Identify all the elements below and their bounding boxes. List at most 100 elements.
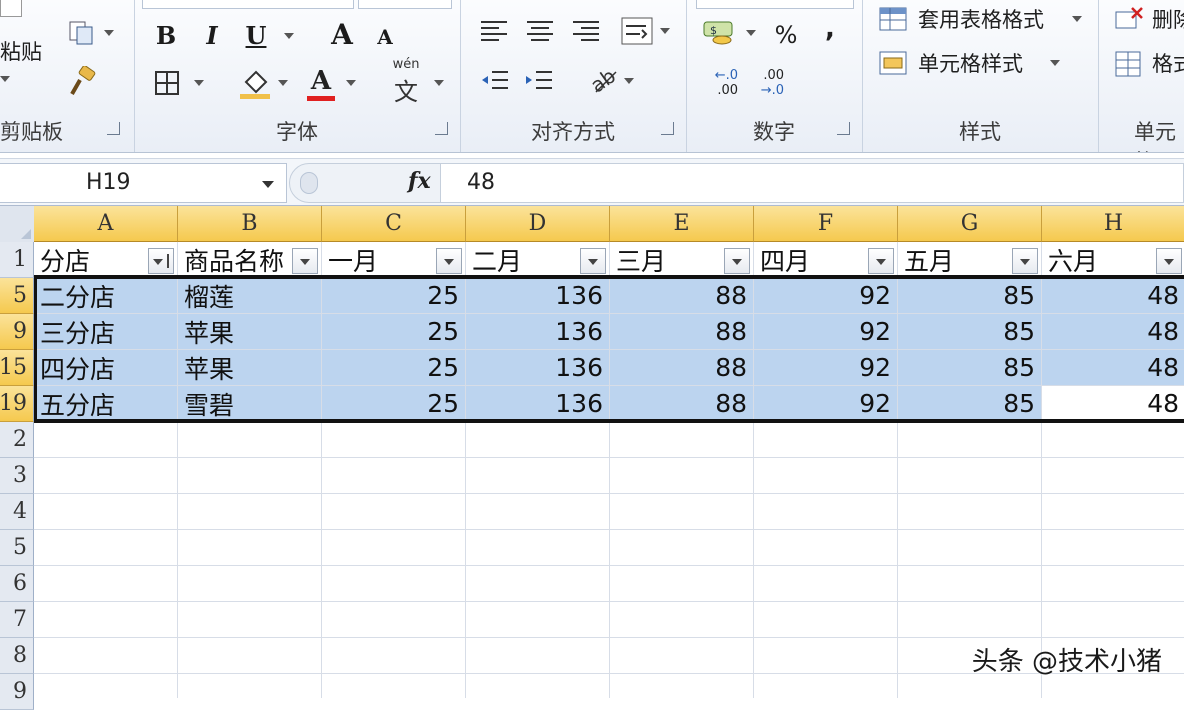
table-cell[interactable]: 48 bbox=[1042, 386, 1184, 421]
table-cell[interactable]: 48 bbox=[1042, 350, 1184, 385]
format-cells-button[interactable]: 格式 bbox=[1152, 48, 1184, 78]
table-cell[interactable]: 苹果 bbox=[178, 350, 321, 385]
table-cell[interactable]: 92 bbox=[754, 278, 897, 313]
table-cell[interactable]: 二分店 bbox=[34, 278, 177, 313]
table-cell[interactable]: 92 bbox=[754, 386, 897, 421]
align-top-icon[interactable] bbox=[480, 20, 508, 42]
currency-dropdown[interactable] bbox=[746, 30, 756, 36]
filter-dropdown-icon[interactable] bbox=[868, 248, 894, 274]
cell-styles-dropdown[interactable] bbox=[1050, 60, 1060, 66]
number-launcher-icon[interactable] bbox=[837, 122, 850, 135]
table-cell[interactable]: 92 bbox=[754, 314, 897, 349]
filter-dropdown-icon[interactable] bbox=[580, 248, 606, 274]
table-cell[interactable]: 88 bbox=[610, 278, 753, 313]
row-header[interactable]: 19 bbox=[0, 386, 34, 422]
table-cell[interactable]: 25 bbox=[322, 350, 465, 385]
table-format-dropdown[interactable] bbox=[1072, 16, 1082, 22]
align-middle-icon[interactable] bbox=[526, 20, 554, 42]
cell-styles-icon[interactable] bbox=[878, 50, 910, 78]
table-cell[interactable]: 88 bbox=[610, 314, 753, 349]
paste-dropdown[interactable] bbox=[0, 76, 10, 82]
table-cell[interactable]: 25 bbox=[322, 386, 465, 421]
percent-button[interactable]: % bbox=[772, 20, 800, 50]
row-header[interactable]: 5 bbox=[0, 278, 34, 314]
font-launcher-icon[interactable] bbox=[435, 122, 448, 135]
table-cell[interactable]: 苹果 bbox=[178, 314, 321, 349]
font-name-box[interactable] bbox=[142, 0, 354, 9]
table-cell[interactable]: 136 bbox=[466, 350, 609, 385]
underline-button[interactable]: U bbox=[242, 20, 270, 50]
row-header[interactable]: 6 bbox=[0, 566, 34, 602]
table-cell[interactable]: 48 bbox=[1042, 278, 1184, 313]
table-cell[interactable]: 四分店 bbox=[34, 350, 177, 385]
delete-cells-button[interactable]: 删除 bbox=[1152, 4, 1184, 34]
text-orientation-icon[interactable]: ab bbox=[586, 64, 620, 96]
table-cell[interactable]: 25 bbox=[322, 314, 465, 349]
italic-button[interactable]: I bbox=[198, 20, 226, 50]
phonetic-button[interactable]: wén 文 bbox=[384, 57, 428, 106]
clipboard-launcher-icon[interactable] bbox=[107, 122, 120, 135]
table-cell[interactable]: 五分店 bbox=[34, 386, 177, 421]
copy-dropdown[interactable] bbox=[104, 30, 114, 36]
currency-icon[interactable]: $ bbox=[702, 16, 738, 48]
table-format-icon[interactable] bbox=[878, 6, 910, 34]
column-header-b[interactable]: B bbox=[178, 206, 322, 242]
table-cell[interactable]: 136 bbox=[466, 278, 609, 313]
table-cell[interactable]: 92 bbox=[754, 350, 897, 385]
table-cell[interactable]: 85 bbox=[898, 314, 1041, 349]
table-cell[interactable]: 榴莲 bbox=[178, 278, 321, 313]
column-header-f[interactable]: F bbox=[754, 206, 898, 242]
insert-function-button[interactable]: fx bbox=[408, 168, 431, 194]
filter-active-icon[interactable] bbox=[148, 248, 174, 274]
comma-button[interactable]: , bbox=[820, 14, 840, 44]
column-header-g[interactable]: G bbox=[898, 206, 1042, 242]
table-format-button[interactable]: 套用表格格式 bbox=[918, 4, 1044, 34]
formula-input[interactable]: 48 bbox=[440, 163, 1184, 203]
shrink-font-button[interactable]: A bbox=[372, 24, 398, 50]
table-cell[interactable]: 雪碧 bbox=[178, 386, 321, 421]
table-cell[interactable]: 88 bbox=[610, 386, 753, 421]
paste-icon[interactable] bbox=[0, 0, 22, 17]
row-header[interactable]: 15 bbox=[0, 350, 34, 386]
font-size-box[interactable] bbox=[358, 0, 452, 9]
filter-dropdown-icon[interactable] bbox=[1156, 248, 1182, 274]
column-header-a[interactable]: A bbox=[34, 206, 178, 242]
row-header[interactable]: 9 bbox=[0, 314, 34, 350]
filter-dropdown-icon[interactable] bbox=[724, 248, 750, 274]
decrease-indent-icon[interactable] bbox=[480, 68, 510, 94]
underline-dropdown[interactable] bbox=[284, 33, 294, 39]
cell-styles-button[interactable]: 单元格样式 bbox=[918, 48, 1023, 78]
decrease-decimal-button[interactable]: .00 →.0 bbox=[748, 66, 784, 100]
select-all-corner[interactable] bbox=[0, 206, 35, 243]
bold-button[interactable]: B bbox=[152, 20, 180, 50]
font-color-button[interactable]: A bbox=[306, 64, 336, 102]
table-cell[interactable]: 48 bbox=[1042, 314, 1184, 349]
row-header[interactable]: 4 bbox=[0, 494, 34, 530]
expand-handle-icon[interactable] bbox=[300, 172, 318, 194]
table-cell[interactable]: 三分店 bbox=[34, 314, 177, 349]
table-cell[interactable]: 85 bbox=[898, 350, 1041, 385]
alignment-launcher-icon[interactable] bbox=[661, 122, 674, 135]
row-header[interactable]: 5 bbox=[0, 530, 34, 566]
merge-dropdown[interactable] bbox=[660, 28, 670, 34]
phonetic-dropdown[interactable] bbox=[434, 80, 444, 86]
column-header-e[interactable]: E bbox=[610, 206, 754, 242]
name-box-dropdown-icon[interactable] bbox=[262, 181, 274, 188]
row-header[interactable]: 1 bbox=[0, 242, 34, 278]
font-color-dropdown[interactable] bbox=[346, 80, 356, 86]
row-header[interactable]: 2 bbox=[0, 422, 34, 458]
column-header-h[interactable]: H bbox=[1042, 206, 1184, 242]
filter-dropdown-icon[interactable] bbox=[292, 248, 318, 274]
increase-indent-icon[interactable] bbox=[524, 68, 554, 94]
fill-color-icon[interactable] bbox=[238, 66, 272, 100]
name-box[interactable]: H19 bbox=[0, 163, 287, 203]
row-header[interactable]: 3 bbox=[0, 458, 34, 494]
row-header[interactable]: 9 bbox=[0, 674, 34, 710]
paste-label[interactable]: 粘贴 bbox=[0, 36, 42, 66]
format-cells-icon[interactable] bbox=[1114, 50, 1144, 78]
table-cell[interactable]: 136 bbox=[466, 386, 609, 421]
filter-dropdown-icon[interactable] bbox=[436, 248, 462, 274]
delete-cells-icon[interactable] bbox=[1114, 6, 1144, 32]
fill-color-dropdown[interactable] bbox=[278, 80, 288, 86]
cell-area[interactable]: 分店 商品名称 一月 二月 三月 四月 五月 六月 二分店 榴莲 25 136 88 92 85 48 三分店苹… bbox=[34, 242, 1184, 698]
